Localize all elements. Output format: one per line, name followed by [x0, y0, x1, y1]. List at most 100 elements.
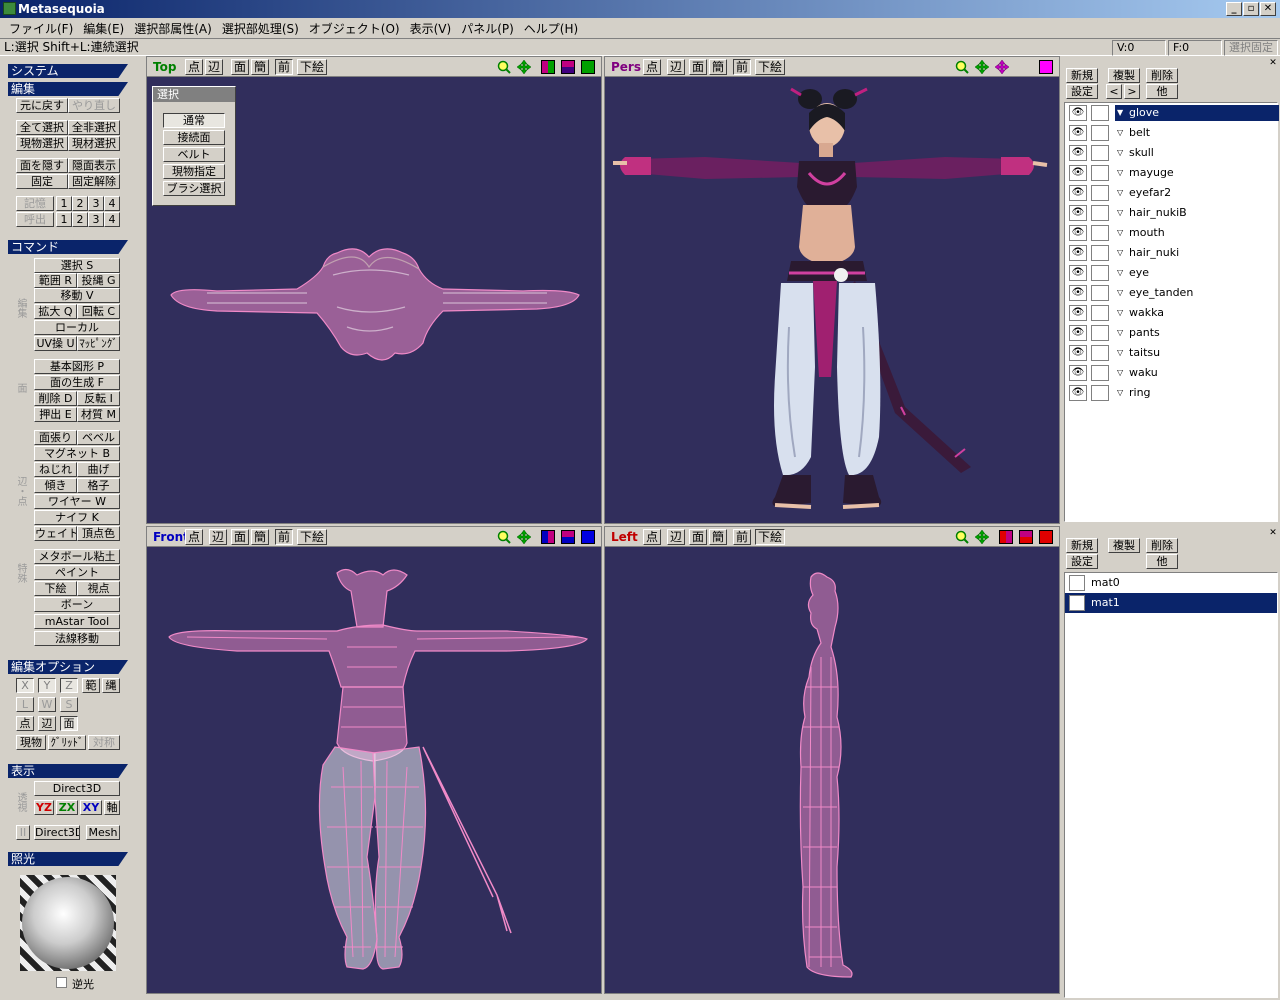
- menu-selection-attr[interactable]: 選択部属性(A): [129, 20, 217, 37]
- rotate-view-icon[interactable]: [994, 59, 1010, 75]
- memory-slot-1[interactable]: 1: [56, 196, 72, 211]
- recall-button[interactable]: 呼出: [16, 212, 54, 227]
- mastar-tool-button[interactable]: mAstar Tool: [34, 614, 120, 629]
- object-next-button[interactable]: >: [1124, 84, 1140, 99]
- pan-icon[interactable]: [974, 529, 990, 545]
- object-row[interactable]: 👁 wakka ▽: [1065, 303, 1277, 323]
- visibility-eye-icon[interactable]: 👁: [1069, 265, 1087, 281]
- material-new-button[interactable]: 新規: [1066, 538, 1098, 553]
- tilt-tool-button[interactable]: 傾き: [34, 478, 77, 493]
- menu-panel[interactable]: パネル(P): [456, 20, 519, 37]
- recall-slot-4[interactable]: 4: [104, 212, 120, 227]
- material-row[interactable]: mat0: [1065, 573, 1277, 593]
- color-mode-icon[interactable]: [1039, 60, 1053, 74]
- pers-front-button[interactable]: 前: [733, 59, 752, 75]
- material-settings-button[interactable]: 設定: [1066, 554, 1098, 569]
- lock-toggle[interactable]: [1091, 105, 1109, 121]
- memory-slot-3[interactable]: 3: [88, 196, 104, 211]
- color-mode-icon-1[interactable]: [541, 530, 555, 544]
- visibility-eye-icon[interactable]: 👁: [1069, 225, 1087, 241]
- lasso-option-toggle[interactable]: 縄: [102, 678, 120, 693]
- wire-tool-button[interactable]: ワイヤー W: [34, 494, 120, 509]
- mesh-button[interactable]: Mesh: [86, 825, 120, 840]
- color-mode-icon-1[interactable]: [999, 530, 1013, 544]
- axis-y-toggle[interactable]: Y: [38, 678, 56, 693]
- viewport-front[interactable]: Front 点 辺 面 簡 前 下絵: [146, 526, 602, 994]
- top-edge-button[interactable]: 辺: [205, 59, 224, 75]
- pers-face-button[interactable]: 面: [689, 59, 708, 75]
- collapse-triangle-icon[interactable]: ▽: [1117, 149, 1123, 157]
- lock-toggle[interactable]: [1091, 285, 1109, 301]
- object-settings-button[interactable]: 設定: [1066, 84, 1098, 99]
- select-connected-button[interactable]: 接続面: [163, 130, 225, 145]
- twist-tool-button[interactable]: ねじれ: [34, 462, 77, 477]
- minimize-button[interactable]: _: [1226, 2, 1242, 16]
- object-row[interactable]: 👁 eyefar2 ▽: [1065, 183, 1277, 203]
- visibility-eye-icon[interactable]: 👁: [1069, 245, 1087, 261]
- left-underlay-button[interactable]: 下絵: [755, 529, 786, 545]
- visibility-eye-icon[interactable]: 👁: [1069, 325, 1087, 341]
- collapse-triangle-icon[interactable]: ▽: [1117, 289, 1123, 297]
- select-current-object-mode-button[interactable]: 現物指定: [163, 164, 225, 179]
- object-row[interactable]: 👁 mouth ▽: [1065, 223, 1277, 243]
- object-row[interactable]: 👁 glove ▼: [1065, 103, 1279, 123]
- recall-slot-2[interactable]: 2: [72, 212, 88, 227]
- object-row[interactable]: 👁 pants ▽: [1065, 323, 1277, 343]
- viewport-front-canvas[interactable]: [147, 547, 601, 993]
- left-simple-button[interactable]: 簡: [709, 529, 728, 545]
- front-underlay-button[interactable]: 下絵: [297, 529, 328, 545]
- left-face-button[interactable]: 面: [689, 529, 708, 545]
- menu-view[interactable]: 表示(V): [405, 20, 457, 37]
- collapse-triangle-icon[interactable]: ▽: [1117, 229, 1123, 237]
- grid-toggle[interactable]: ｸﾞﾘｯﾄﾞ: [48, 735, 86, 750]
- lock-toggle[interactable]: [1091, 365, 1109, 381]
- axis-z-toggle[interactable]: Z: [60, 678, 78, 693]
- collapse-triangle-icon[interactable]: ▽: [1117, 129, 1123, 137]
- top-simple-button[interactable]: 簡: [251, 59, 270, 75]
- mapping-tool-button[interactable]: ﾏｯﾋﾟﾝｸﾞ: [77, 336, 120, 351]
- magnet-tool-button[interactable]: マグネット B: [34, 446, 120, 461]
- generate-face-button[interactable]: 面の生成 F: [34, 375, 120, 390]
- unfix-button[interactable]: 固定解除: [68, 174, 120, 189]
- redo-button[interactable]: やり直し: [68, 98, 120, 113]
- lock-toggle[interactable]: [1091, 345, 1109, 361]
- zoom-icon[interactable]: [955, 530, 969, 544]
- front-point-button[interactable]: 点: [185, 529, 204, 545]
- viewport-pers-canvas[interactable]: [605, 77, 1059, 523]
- extrude-tool-button[interactable]: 押出 E: [34, 407, 77, 422]
- front-simple-button[interactable]: 簡: [251, 529, 270, 545]
- top-front-button[interactable]: 前: [275, 59, 294, 75]
- select-current-material-button[interactable]: 現材選択: [68, 136, 120, 151]
- paint-tool-button[interactable]: ペイント: [34, 565, 120, 580]
- zx-view-button[interactable]: ZX: [56, 800, 78, 815]
- left-edge-button[interactable]: 辺: [667, 529, 686, 545]
- visibility-eye-icon[interactable]: 👁: [1069, 385, 1087, 401]
- point-mode-toggle[interactable]: 点: [16, 716, 34, 731]
- material-list[interactable]: mat0 mat1: [1064, 572, 1278, 998]
- memory-button[interactable]: 記憶: [16, 196, 54, 211]
- light-ball[interactable]: [22, 877, 114, 969]
- select-belt-button[interactable]: ベルト: [163, 147, 225, 162]
- expand-triangle-icon[interactable]: ▼: [1117, 109, 1123, 117]
- close-button[interactable]: ✕: [1260, 2, 1276, 16]
- direct3d-2-button[interactable]: Direct3D: [34, 825, 80, 840]
- current-object-toggle[interactable]: 現物: [16, 735, 46, 750]
- normal-move-button[interactable]: 法線移動: [34, 631, 120, 646]
- rotate-tool-button[interactable]: 回転 C: [77, 304, 120, 319]
- top-underlay-button[interactable]: 下絵: [297, 59, 328, 75]
- collapse-triangle-icon[interactable]: ▽: [1117, 209, 1123, 217]
- face-mode-toggle[interactable]: 面: [60, 716, 78, 731]
- object-new-button[interactable]: 新規: [1066, 68, 1098, 83]
- object-row[interactable]: 👁 hair_nukiB ▽: [1065, 203, 1277, 223]
- color-mode-icon-3[interactable]: [581, 530, 595, 544]
- viewport-left-canvas[interactable]: [605, 547, 1059, 993]
- bend-tool-button[interactable]: 曲げ: [77, 462, 120, 477]
- color-mode-icon-1[interactable]: [541, 60, 555, 74]
- lock-toggle[interactable]: [1091, 225, 1109, 241]
- material-color-chip[interactable]: [1069, 575, 1085, 591]
- object-row[interactable]: 👁 eye ▽: [1065, 263, 1277, 283]
- front-front-button[interactable]: 前: [275, 529, 294, 545]
- visibility-eye-icon[interactable]: 👁: [1069, 345, 1087, 361]
- object-copy-button[interactable]: 複製: [1108, 68, 1140, 83]
- xy-view-button[interactable]: XY: [80, 800, 102, 815]
